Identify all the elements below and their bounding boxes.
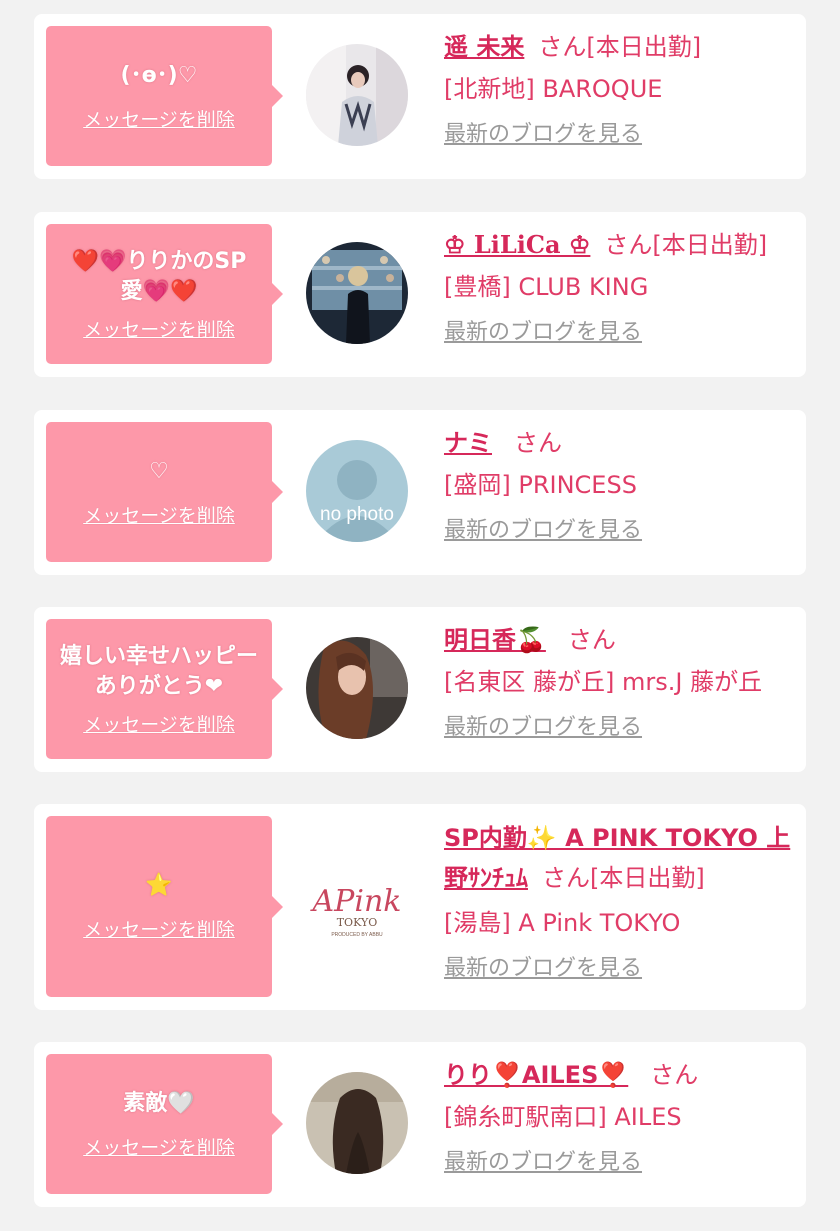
message-bubble: ⭐ メッセージを削除 xyxy=(46,816,283,997)
name-line: 遥 未来 さん[本日出勤] xyxy=(444,30,796,64)
name-line: ♔ LiLiCa ♔ さん[本日出勤] xyxy=(444,228,796,262)
no-photo-placeholder: no photo xyxy=(306,440,408,542)
delete-message-link[interactable]: メッセージを削除 xyxy=(83,105,235,132)
favorite-message-list: (･ө･)♡ メッセージを削除 遥 未来 さん[本日出勤] [北新地] BAROQ… xyxy=(0,0,840,1231)
delete-message-link[interactable]: メッセージを削除 xyxy=(83,710,235,737)
delete-message-link[interactable]: メッセージを削除 xyxy=(83,915,235,942)
latest-blog-link[interactable]: 最新のブログを見る xyxy=(444,318,796,348)
latest-blog-link[interactable]: 最新のブログを見る xyxy=(444,120,796,150)
profile-photo xyxy=(306,637,408,739)
cast-name-link[interactable]: 遥 未来 xyxy=(444,33,524,61)
delete-message-link[interactable]: メッセージを削除 xyxy=(83,315,235,342)
cast-name-link[interactable]: ナミ xyxy=(444,429,492,457)
shop-label: [盛岡] PRINCESS xyxy=(444,471,637,499)
avatar[interactable] xyxy=(306,242,408,344)
message-bubble: ❤️💗りりかのSP愛💗❤️ メッセージを削除 xyxy=(46,224,283,364)
shop-label: [湯島] A Pink TOKYO xyxy=(444,909,681,937)
favorite-card: 素敵🤍 メッセージを削除 りり❣️AILES❣️ さん [錦糸町駅南口] AILE… xyxy=(34,1042,806,1207)
shop-label: [北新地] BAROQUE xyxy=(444,75,663,103)
message-text: ♡ xyxy=(149,458,169,484)
status-label: [本日出勤] xyxy=(652,231,768,259)
message-text: (･ө･)♡ xyxy=(120,62,198,88)
favorite-card: ⭐ メッセージを削除 APink TOKYO PRODUCED BY ABBU … xyxy=(34,804,806,1010)
message-text: ❤️💗りりかのSP愛💗❤️ xyxy=(71,248,247,304)
shop-logo: APink TOKYO PRODUCED BY ABBU xyxy=(306,856,408,958)
latest-blog-link[interactable]: 最新のブログを見る xyxy=(444,713,796,743)
honorific: さん xyxy=(514,429,562,457)
shop-label: [名東区 藤が丘] mrs.J 藤が丘 xyxy=(444,668,763,696)
status-label: [本日出勤] xyxy=(590,864,705,892)
name-line: りり❣️AILES❣️ さん xyxy=(444,1058,796,1092)
cast-name-link[interactable]: りり❣️AILES❣️ xyxy=(444,1061,628,1089)
logo-credit: PRODUCED BY ABBU xyxy=(331,932,383,938)
latest-blog-link[interactable]: 最新のブログを見る xyxy=(444,1148,796,1178)
cast-info: SP内勤✨ A PINK TOKYO 上野ｻﾝﾁｭﾑ さん[本日出勤] [湯島] … xyxy=(444,818,796,984)
message-bubble: 嬉しい幸せハッピーありがとう❤ メッセージを削除 xyxy=(46,619,283,759)
cast-info: ナミ さん [盛岡] PRINCESS 最新のブログを見る xyxy=(444,426,796,546)
cast-info: 明日香🍒 さん [名東区 藤が丘] mrs.J 藤が丘 最新のブログを見る xyxy=(444,623,796,743)
cast-info: 遥 未来 さん[本日出勤] [北新地] BAROQUE 最新のブログを見る xyxy=(444,30,796,150)
message-text: ⭐ xyxy=(145,873,173,898)
name-line: ナミ さん xyxy=(444,426,796,460)
honorific: さん xyxy=(604,231,653,259)
avatar[interactable]: no photo xyxy=(306,440,408,542)
avatar[interactable] xyxy=(306,637,408,739)
avatar[interactable] xyxy=(306,1072,408,1174)
name-line: 明日香🍒 さん xyxy=(444,623,796,657)
shop-label: [錦糸町駅南口] AILES xyxy=(444,1103,682,1131)
avatar[interactable]: APink TOKYO PRODUCED BY ABBU xyxy=(306,856,408,958)
name-line: SP内勤✨ A PINK TOKYO 上野ｻﾝﾁｭﾑ さん[本日出勤] xyxy=(444,818,796,898)
shop-label: [豊橋] CLUB KING xyxy=(444,273,649,301)
message-bubble: (･ө･)♡ メッセージを削除 xyxy=(46,26,283,166)
logo-subtitle: TOKYO xyxy=(337,916,378,929)
message-bubble: 素敵🤍 メッセージを削除 xyxy=(46,1054,283,1194)
cast-info: りり❣️AILES❣️ さん [錦糸町駅南口] AILES 最新のブログを見る xyxy=(444,1058,796,1178)
cast-name-link[interactable]: ♔ LiLiCa ♔ xyxy=(444,230,590,259)
message-text: 素敵🤍 xyxy=(123,1090,195,1116)
status-label: [本日出勤] xyxy=(586,33,702,61)
honorific: さん xyxy=(650,1061,699,1089)
favorite-card: ❤️💗りりかのSP愛💗❤️ メッセージを削除 ♔ LiLiCa ♔ さん[本日出勤… xyxy=(34,212,806,377)
favorite-card: (･ө･)♡ メッセージを削除 遥 未来 さん[本日出勤] [北新地] BAROQ… xyxy=(34,14,806,179)
latest-blog-link[interactable]: 最新のブログを見る xyxy=(444,516,796,546)
no-photo-text: no photo xyxy=(320,504,394,525)
honorific: さん xyxy=(567,626,616,654)
cast-info: ♔ LiLiCa ♔ さん[本日出勤] [豊橋] CLUB KING 最新のブログ… xyxy=(444,228,796,348)
delete-message-link[interactable]: メッセージを削除 xyxy=(83,1133,235,1160)
profile-photo xyxy=(306,1072,408,1174)
honorific: さん xyxy=(542,864,590,892)
cast-name-link[interactable]: 明日香🍒 xyxy=(444,626,546,654)
message-text: 嬉しい幸せハッピーありがとう❤ xyxy=(59,643,258,699)
avatar[interactable] xyxy=(306,44,408,146)
delete-message-link[interactable]: メッセージを削除 xyxy=(83,501,235,528)
honorific: さん xyxy=(538,33,587,61)
profile-photo xyxy=(306,242,408,344)
favorite-card: ♡ メッセージを削除 no photo ナミ さん [盛岡] PRINCESS 最… xyxy=(34,410,806,575)
logo-title: APink xyxy=(310,884,402,919)
profile-photo xyxy=(306,44,408,146)
favorite-card: 嬉しい幸せハッピーありがとう❤ メッセージを削除 明日香🍒 さん [名東区 藤が丘… xyxy=(34,607,806,772)
message-bubble: ♡ メッセージを削除 xyxy=(46,422,283,562)
latest-blog-link[interactable]: 最新のブログを見る xyxy=(444,954,796,984)
